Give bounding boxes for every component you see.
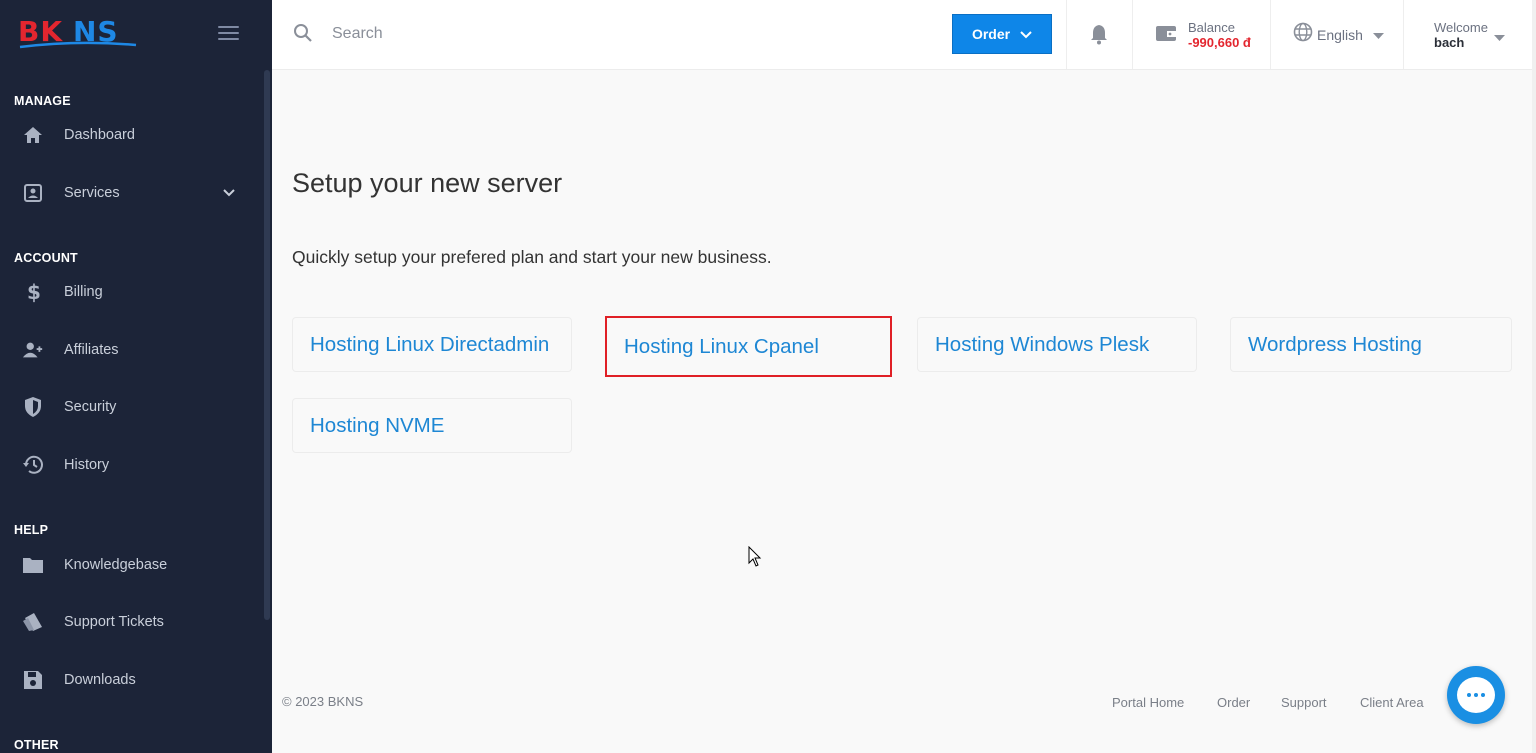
menu-toggle-icon[interactable] [218,26,239,42]
plan-card-cpanel[interactable]: Hosting Linux Cpanel [605,316,892,377]
plan-card-windows-plesk[interactable]: Hosting Windows Plesk [917,317,1197,372]
sidebar-item-label: Services [64,185,120,201]
chat-button[interactable] [1447,666,1505,724]
plan-card-label: Hosting Linux Cpanel [624,334,819,358]
username-label: bach [1434,35,1465,50]
sidebar-item-label: Downloads [64,672,136,688]
svg-text:$: $ [27,281,40,303]
bkns-logo[interactable]: BK NS [18,14,140,52]
chat-bubble-icon [1457,677,1495,713]
shield-icon [22,396,44,418]
section-help: HELP [14,523,49,537]
plan-card-directadmin[interactable]: Hosting Linux Directadmin [292,317,572,372]
plan-card-label: Wordpress Hosting [1248,332,1422,356]
user-menu[interactable]: Welcome bach [1434,20,1488,50]
sidebar-item-label: Security [64,399,117,415]
sidebar-item-support-tickets[interactable]: Support Tickets [0,602,262,642]
top-header: Order Balance -990,660 đ English Welcome… [272,0,1536,70]
save-icon [22,669,44,691]
sidebar-item-label: Dashboard [64,127,135,143]
sidebar-item-security[interactable]: Security [0,387,262,427]
header-divider [1270,0,1271,69]
sidebar: BK NS MANAGE Dashboard Services ACCOUNT … [0,0,272,753]
language-label: English [1317,26,1363,43]
sidebar-item-label: Support Tickets [64,614,164,630]
ticket-icon [22,611,44,633]
mouse-cursor-icon [748,545,762,573]
sidebar-item-label: Knowledgebase [64,557,168,573]
page-scrollbar[interactable] [1532,0,1536,753]
sidebar-item-label: Billing [64,284,103,300]
sidebar-scrollbar[interactable] [264,70,270,620]
section-other: OTHER [14,738,59,752]
sidebar-item-services[interactable]: Services [0,173,262,213]
chevron-down-icon [1020,26,1032,42]
caret-down-icon[interactable] [1494,28,1505,46]
sidebar-item-label: Affiliates [64,342,119,358]
folder-icon [22,554,44,576]
user-card-icon [22,182,44,204]
section-manage: MANAGE [14,94,71,108]
search-icon[interactable] [293,23,313,48]
sidebar-item-billing[interactable]: $ Billing [0,272,262,312]
balance-label: Balance [1188,20,1235,35]
footer-link-support[interactable]: Support [1281,695,1327,710]
welcome-label: Welcome [1434,20,1488,35]
page-subtitle: Quickly setup your prefered plan and sta… [292,247,772,267]
sidebar-item-dashboard[interactable]: Dashboard [0,115,262,155]
plan-card-label: Hosting NVME [310,413,445,437]
sidebar-item-history[interactable]: History [0,445,262,485]
plan-card-label: Hosting Windows Plesk [935,332,1150,356]
sidebar-item-knowledgebase[interactable]: Knowledgebase [0,545,262,585]
chevron-down-icon[interactable] [222,185,236,203]
search-input[interactable] [330,18,734,50]
order-button[interactable]: Order [952,14,1052,54]
footer-link-order[interactable]: Order [1217,695,1250,710]
plan-card-nvme[interactable]: Hosting NVME [292,398,572,453]
footer-copyright: © 2023 BKNS [282,694,364,709]
bell-icon[interactable] [1089,23,1109,50]
language-selector[interactable]: English [1293,22,1384,47]
order-button-label: Order [971,26,1011,42]
add-user-icon [22,339,44,361]
footer-link-client-area[interactable]: Client Area [1360,695,1424,710]
dollar-icon: $ [22,281,44,303]
footer-link-portal-home[interactable]: Portal Home [1112,695,1184,710]
home-icon [22,124,44,146]
section-account: ACCOUNT [14,251,78,265]
page-title: Setup your new server [292,168,563,198]
header-divider [1132,0,1133,69]
history-icon [22,454,44,476]
sidebar-item-label: History [64,457,110,473]
header-divider [1066,0,1067,69]
wallet-icon [1155,23,1177,48]
main-content: Setup your new server Quickly setup your… [272,70,1532,753]
header-divider [1403,0,1404,69]
caret-down-icon [1372,26,1384,44]
globe-icon [1293,22,1313,47]
sidebar-item-downloads[interactable]: Downloads [0,660,262,700]
sidebar-item-affiliates[interactable]: Affiliates [0,330,262,370]
plan-card-wordpress[interactable]: Wordpress Hosting [1230,317,1512,372]
plan-card-label: Hosting Linux Directadmin [310,332,550,356]
balance-value: -990,660 đ [1188,35,1251,50]
